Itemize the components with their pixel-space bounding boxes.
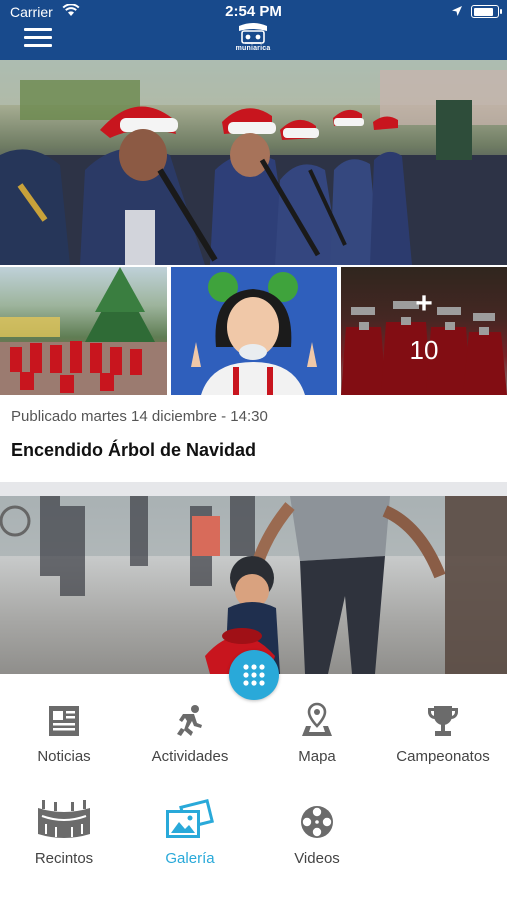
running-person-icon — [177, 705, 202, 736]
film-reel-icon — [301, 806, 333, 838]
map-pin-icon — [302, 702, 332, 736]
status-time: 2:54 PM — [225, 3, 282, 20]
trophy-icon — [428, 706, 458, 736]
menu-item-label: Mapa — [298, 748, 336, 765]
menu-item-mapa[interactable]: Mapa — [254, 694, 380, 765]
christmas-tree-group-photo — [0, 267, 167, 395]
more-plus-icon: + — [415, 287, 433, 320]
menu-item-label: Actividades — [151, 748, 229, 765]
menu-item-label: Noticias — [37, 748, 91, 765]
battery-icon — [471, 5, 502, 18]
gallery-thumbnail-more[interactable]: + 10 — [341, 267, 507, 395]
grid-dots-icon — [243, 664, 265, 686]
bottom-menu: Noticias Actividades Mapa Campeonatos Re… — [0, 650, 507, 900]
menu-item-videos[interactable]: Videos — [254, 796, 380, 867]
menu-item-noticias[interactable]: Noticias — [1, 694, 127, 765]
newspaper-icon — [49, 706, 79, 736]
status-bar: Carrier 2:54 PM — [0, 0, 507, 22]
child-on-ride-on-car-photo — [0, 496, 507, 674]
hamburger-menu-icon[interactable] — [24, 26, 54, 50]
post-separator — [0, 482, 507, 496]
logo-text: muniarica — [235, 45, 271, 52]
menu-item-galeria[interactable]: Galería — [127, 796, 253, 867]
menu-item-label: Recintos — [34, 850, 94, 867]
stadium-icon — [38, 800, 90, 838]
gallery-thumbnail[interactable] — [0, 267, 167, 395]
post-photo[interactable] — [0, 496, 507, 674]
child-mouse-costume-photo — [191, 272, 317, 395]
menu-item-label: Campeonatos — [396, 748, 490, 765]
app-header: muniarica — [0, 22, 507, 60]
apps-grid-button[interactable] — [229, 650, 279, 700]
menu-item-campeonatos[interactable]: Campeonatos — [380, 694, 506, 765]
gallery-thumbnail[interactable] — [171, 267, 337, 395]
more-photos-count: 10 — [409, 335, 439, 365]
menu-item-label: Videos — [294, 850, 340, 867]
crest-icon — [239, 23, 267, 44]
gallery-thumbnails: + 10 — [0, 267, 507, 395]
post-title[interactable]: Encendido Árbol de Navidad — [11, 440, 256, 461]
location-arrow-icon — [451, 4, 463, 20]
featured-photo[interactable] — [0, 60, 507, 265]
band-musicians-illustration — [0, 60, 507, 265]
menu-item-recintos[interactable]: Recintos — [1, 796, 127, 867]
menu-item-actividades[interactable]: Actividades — [127, 694, 253, 765]
menu-item-label: Galería — [165, 850, 215, 867]
photo-gallery-icon — [166, 799, 215, 838]
municipality-logo: muniarica — [228, 22, 278, 58]
post-date: Publicado martes 14 diciembre - 14:30 — [11, 408, 268, 425]
